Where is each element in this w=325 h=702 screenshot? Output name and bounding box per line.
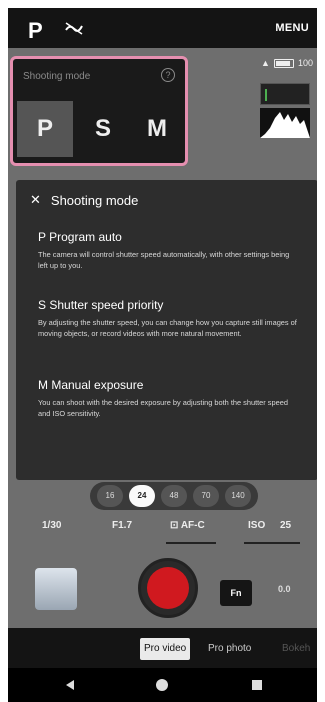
tab-pro-video[interactable]: Pro video [140, 638, 191, 660]
home-icon[interactable] [156, 679, 168, 691]
iso-underline [244, 542, 300, 544]
lens-chip[interactable]: 140 [225, 485, 251, 507]
lens-chip[interactable]: 16 [97, 485, 123, 507]
status-indicators: ▲ 100 [261, 58, 313, 68]
battery-text: 100 [297, 58, 313, 68]
mode-indicator[interactable]: P [28, 18, 43, 44]
shooting-mode-title: Shooting mode [23, 71, 91, 82]
af-icon: ⊡ [170, 520, 179, 531]
shooting-mode-info-panel: ✕ Shooting mode P Program auto The camer… [16, 180, 317, 480]
gallery-thumbnail[interactable] [35, 568, 77, 610]
iso-value[interactable]: 25 [280, 520, 291, 531]
storage-icon: ▲ [261, 58, 270, 68]
menu-button[interactable]: MENU [275, 22, 309, 34]
info-item-title: P Program auto [38, 230, 122, 244]
mode-option-p[interactable]: P [17, 101, 73, 157]
info-panel-title: Shooting mode [50, 192, 139, 208]
lens-chip[interactable]: 70 [193, 485, 219, 507]
level-indicator [260, 83, 310, 105]
tab-bokeh[interactable]: Bokeh [278, 638, 314, 660]
shooting-mode-selector: Shooting mode ? P S M [10, 56, 188, 166]
shutter-core [147, 567, 189, 609]
aperture[interactable]: F1.7 [112, 520, 132, 531]
help-icon[interactable]: ? [161, 68, 175, 82]
battery-icon [273, 58, 294, 68]
top-bar: P MENU [8, 8, 317, 48]
tab-pro-photo[interactable]: Pro photo [204, 638, 255, 660]
camera-screen: P MENU ▲ 100 Shooting mode ? P S M ✕ Sho… [8, 8, 317, 702]
fn-button[interactable]: Fn [220, 580, 252, 606]
exposure-compensation[interactable]: 0.0 [278, 584, 291, 594]
exposure-params: 1/30 F1.7 ⊡ AF-C ISO 25 [8, 516, 317, 544]
info-panel-header: ✕ Shooting mode [30, 192, 138, 208]
af-mode-label: AF-C [180, 520, 205, 531]
af-underline [166, 542, 216, 544]
info-item-title: S Shutter speed priority [38, 298, 164, 312]
lens-chip[interactable]: 48 [161, 485, 187, 507]
info-item-desc: The camera will control shutter speed au… [38, 250, 290, 270]
info-item-desc: By adjusting the shutter speed, you can … [38, 318, 297, 338]
flash-off-icon[interactable] [63, 20, 85, 36]
back-icon[interactable] [66, 680, 74, 690]
mode-option-s[interactable]: S [75, 101, 131, 157]
info-item-desc: You can shoot with the desired exposure … [38, 398, 288, 418]
recent-apps-icon[interactable] [252, 680, 262, 690]
shutter-button[interactable] [138, 558, 198, 618]
lens-chip-selected[interactable]: 24 [129, 485, 155, 507]
close-icon[interactable]: ✕ [30, 192, 41, 208]
system-nav-bar [8, 668, 317, 702]
shutter-speed[interactable]: 1/30 [42, 520, 61, 531]
af-mode[interactable]: ⊡ AF-C [170, 520, 205, 531]
mode-tabs: Pro video Pro photo Bokeh [8, 628, 317, 668]
histogram [260, 108, 310, 138]
mode-option-m[interactable]: M [129, 101, 185, 157]
info-item-title: M Manual exposure [38, 378, 144, 392]
iso-label[interactable]: ISO [248, 520, 265, 531]
lens-selector: 16 24 48 70 140 [90, 482, 258, 510]
